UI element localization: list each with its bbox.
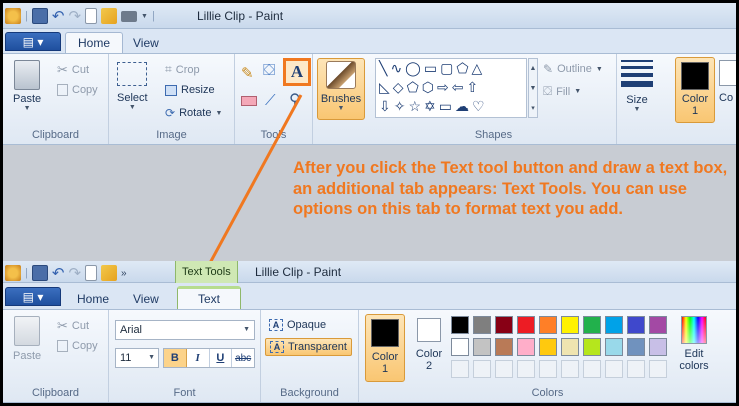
screenshot-frame: | ↶ ↷ ▼ | Lillie Clip - Paint ▤ ▾ Home V… <box>3 3 736 403</box>
edit-colors-icon <box>681 316 707 344</box>
palette-swatch[interactable] <box>517 338 535 356</box>
transparent-button[interactable]: A Transparent <box>265 338 352 356</box>
chevron-down-icon: ▼ <box>243 326 250 333</box>
strikethrough-button[interactable]: abc <box>232 349 254 367</box>
tab-text[interactable]: Text <box>177 286 242 309</box>
opaque-button[interactable]: A Opaque <box>267 318 328 332</box>
paste-button[interactable]: Paste <box>13 316 41 362</box>
background-group-label: Background <box>280 387 339 399</box>
bottom-quick-access-toolbar: | ↶ ↷ » <box>5 264 127 282</box>
palette-swatch[interactable] <box>583 316 601 334</box>
custom-color-slot[interactable] <box>649 360 667 378</box>
text-color2-button[interactable]: Color 2 <box>411 318 447 372</box>
palette-swatch[interactable] <box>539 316 557 334</box>
paste-icon <box>14 316 41 346</box>
copy-icon <box>57 340 68 352</box>
bottom-clipboard-group: Paste ✂ Cut Copy Clipboard <box>3 310 109 402</box>
custom-color-slot[interactable] <box>517 360 535 378</box>
font-group: Arial ▼ 11 ▼ B I U abc Font <box>109 310 261 402</box>
palette-swatch[interactable] <box>561 316 579 334</box>
palette-swatch[interactable] <box>495 338 513 356</box>
bottom-tab-row: ▤ ▾ Home View Text <box>3 283 736 309</box>
underline-button[interactable]: U <box>210 349 233 367</box>
custom-color-slot[interactable] <box>561 360 579 378</box>
background-group: A Opaque A Transparent Background <box>261 310 359 402</box>
font-family-select[interactable]: Arial ▼ <box>115 320 255 340</box>
italic-button[interactable]: I <box>187 349 210 367</box>
bottom-ribbon: Paste ✂ Cut Copy Clipboard Arial ▼ 11 ▼ … <box>3 309 736 403</box>
tab-view[interactable]: View <box>121 288 171 309</box>
transparent-icon: A <box>270 341 284 353</box>
bottom-title-bar: | ↶ ↷ » Text Tools Lillie Clip - Paint <box>3 261 736 283</box>
colors-group-label: Colors <box>531 387 564 399</box>
bold-button[interactable]: B <box>164 349 187 367</box>
bottom-window: | ↶ ↷ » Text Tools Lillie Clip - Paint ▤… <box>3 261 736 403</box>
color2-swatch <box>417 318 441 342</box>
palette-swatch[interactable] <box>451 338 469 356</box>
paint-menu-button[interactable]: ▤ ▾ <box>5 287 61 306</box>
color1-swatch <box>371 319 399 347</box>
bottom-window-title: Lillie Clip - Paint <box>255 265 342 279</box>
palette-swatch[interactable] <box>649 316 667 334</box>
palette-swatch[interactable] <box>495 316 513 334</box>
more-commands-icon[interactable]: » <box>121 268 127 279</box>
custom-color-slot[interactable] <box>451 360 469 378</box>
save-icon[interactable] <box>31 265 48 281</box>
palette-swatch[interactable] <box>605 338 623 356</box>
undo-icon[interactable]: ↶ <box>52 264 65 282</box>
palette-swatch[interactable] <box>605 316 623 334</box>
copy-button[interactable]: Copy <box>57 340 98 352</box>
font-group-label: Font <box>173 387 196 399</box>
scissors-icon: ✂ <box>57 318 68 333</box>
font-style-buttons: B I U abc <box>163 348 255 368</box>
palette-swatch[interactable] <box>583 338 601 356</box>
palette-swatch[interactable] <box>473 338 491 356</box>
text-color1-button[interactable]: Color 1 <box>365 314 405 382</box>
custom-color-slot[interactable] <box>539 360 557 378</box>
properties-icon[interactable] <box>101 265 118 281</box>
custom-color-slot[interactable] <box>495 360 513 378</box>
custom-color-slot[interactable] <box>605 360 623 378</box>
edit-colors-button[interactable]: Edit colors <box>671 316 717 372</box>
palette-swatch[interactable] <box>627 338 645 356</box>
opaque-icon: A <box>269 319 283 331</box>
new-icon[interactable] <box>85 265 98 281</box>
callout-text: After you click the Text tool button and… <box>293 159 728 218</box>
custom-color-slot[interactable] <box>627 360 645 378</box>
text-tools-contextual-label: Text Tools <box>175 261 238 283</box>
palette-swatch[interactable] <box>649 338 667 356</box>
font-size-select[interactable]: 11 ▼ <box>115 348 159 368</box>
cut-button[interactable]: ✂ Cut <box>57 318 89 334</box>
colors-group: Color 1 Color 2 Edit colors Colors <box>359 310 736 402</box>
palette-swatch[interactable] <box>473 316 491 334</box>
color-palette <box>451 316 671 382</box>
palette-swatch[interactable] <box>451 316 469 334</box>
palette-swatch[interactable] <box>627 316 645 334</box>
palette-swatch[interactable] <box>517 316 535 334</box>
redo-icon[interactable]: ↷ <box>68 264 81 282</box>
custom-color-slot[interactable] <box>583 360 601 378</box>
custom-color-slot[interactable] <box>473 360 491 378</box>
paint-app-icon[interactable] <box>5 265 21 281</box>
palette-swatch[interactable] <box>561 338 579 356</box>
clipboard-group-label: Clipboard <box>31 387 80 399</box>
tab-home[interactable]: Home <box>65 288 121 309</box>
palette-swatch[interactable] <box>539 338 557 356</box>
chevron-down-icon: ▼ <box>148 354 155 361</box>
